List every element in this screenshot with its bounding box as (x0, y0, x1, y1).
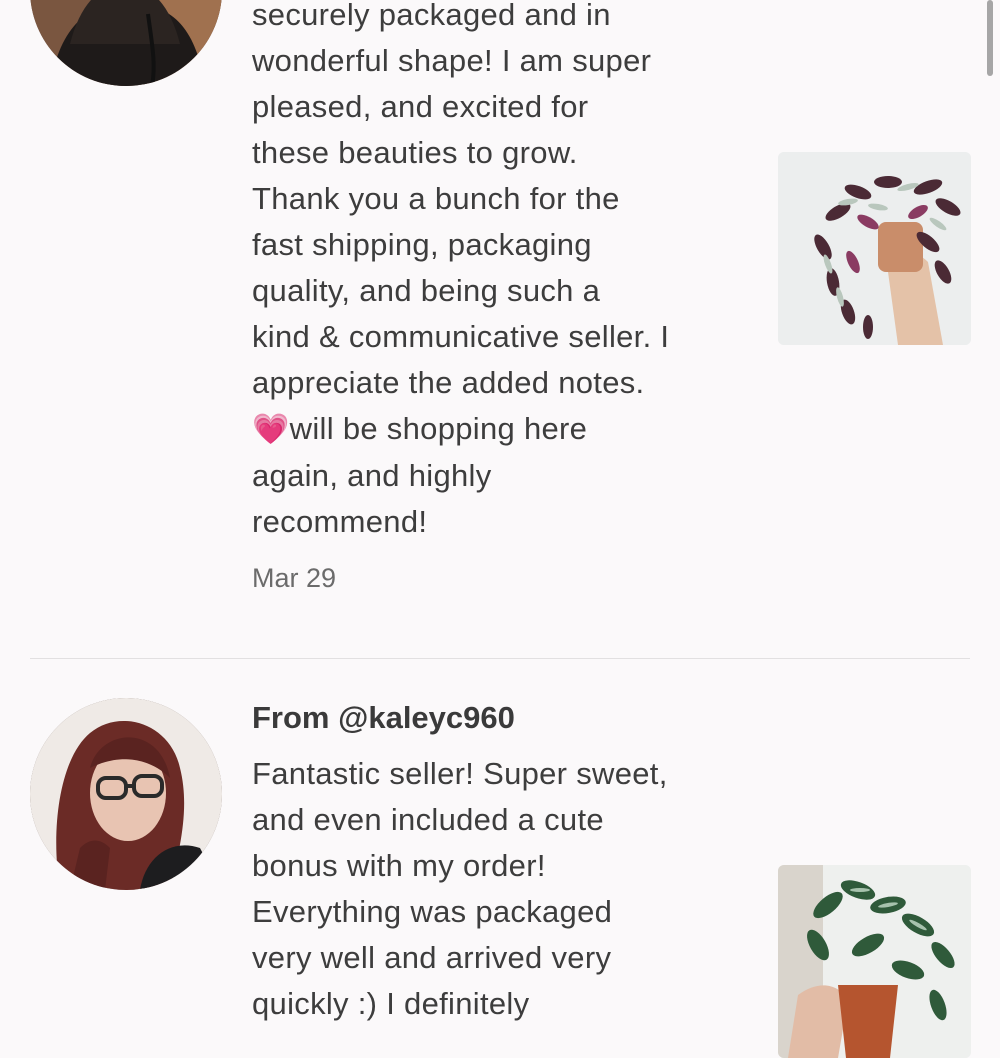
plant-photo (778, 152, 971, 345)
review-text-continued: 💗will be shopping here again, and highly… (252, 411, 588, 539)
scrollbar-thumb[interactable] (987, 0, 993, 76)
review-photo-thumbnail[interactable] (778, 865, 971, 1058)
pink-heart-icon: 💗 (252, 413, 290, 446)
reviewer-name[interactable]: From @kaleyc960 (252, 695, 752, 741)
review-text: securely packaged and in wonderful shape… (252, 0, 670, 400)
review-item: From @kaleyc960 Fantastic seller! Super … (0, 690, 1000, 1058)
avatar-photo (30, 698, 222, 890)
review-date: Mar 29 (252, 563, 337, 593)
review-divider (30, 658, 970, 659)
review-item: securely packaged and in wonderful shape… (0, 0, 1000, 640)
reviewer-avatar[interactable] (30, 698, 222, 890)
plant-photo (778, 865, 971, 1058)
reviewer-avatar[interactable] (30, 0, 222, 86)
review-photo-thumbnail[interactable] (778, 152, 971, 345)
review-body: From @kaleyc960 Fantastic seller! Super … (252, 695, 752, 1027)
avatar-photo (30, 0, 222, 86)
review-text: Fantastic seller! Super sweet, and even … (252, 756, 668, 1021)
review-body: securely packaged and in wonderful shape… (252, 0, 752, 594)
